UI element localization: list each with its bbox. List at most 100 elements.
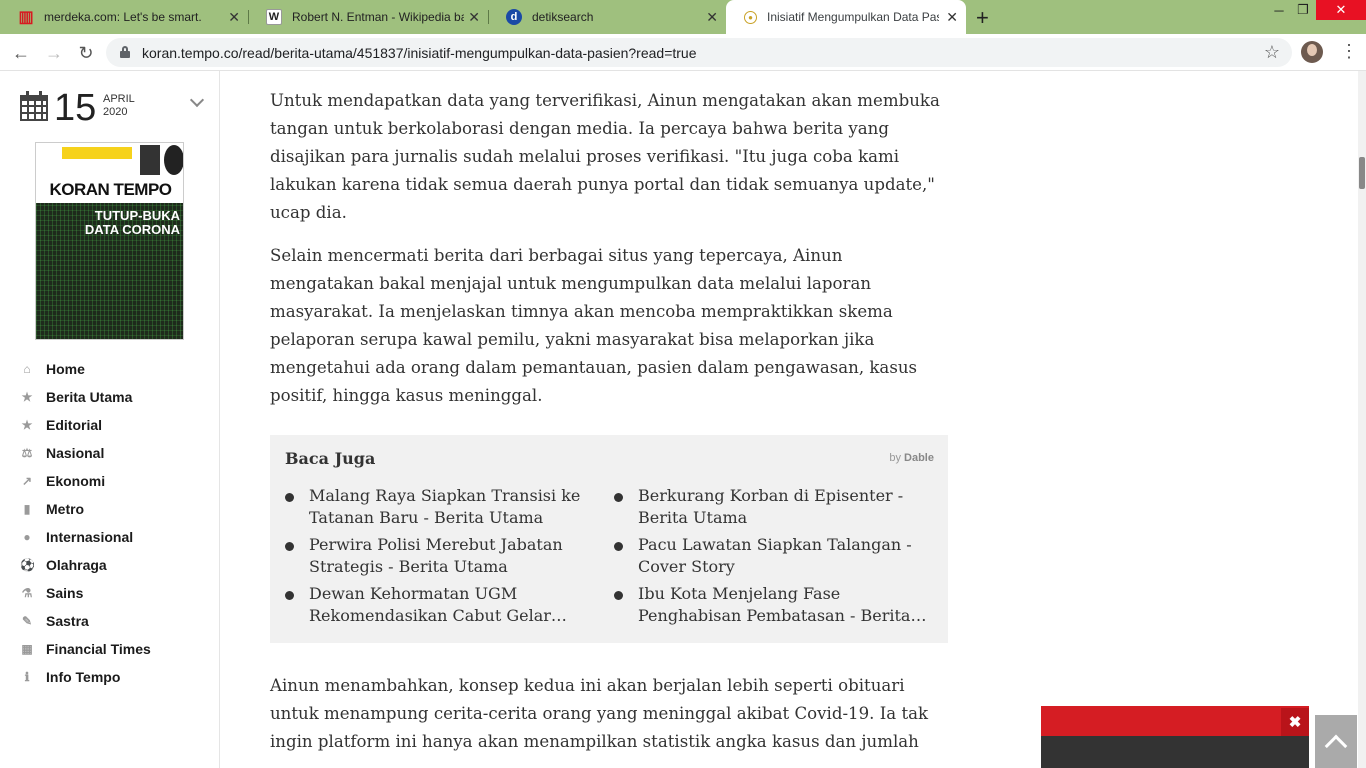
- menu-item-internasional[interactable]: ● Internasional: [0, 523, 220, 551]
- tempo-icon: ●: [744, 10, 757, 24]
- tab-detiksearch[interactable]: d detiksearch ✕: [488, 0, 726, 34]
- arrow-up-icon: [1324, 734, 1348, 757]
- related-item-title[interactable]: Berkurang Korban di Episenter - Berita U…: [638, 485, 934, 529]
- menu-label: Berita Utama: [46, 389, 133, 405]
- bookmark-star-icon[interactable]: ☆: [1264, 42, 1280, 63]
- menu-item-financial-times[interactable]: ▦ Financial Times: [0, 635, 220, 663]
- menu-item-editorial[interactable]: ★ Editorial: [0, 411, 220, 439]
- menu-label: Home: [46, 361, 85, 377]
- ad-close-icon[interactable]: ✖: [1281, 708, 1309, 736]
- tab-title: Inisiatif Mengumpulkan Data Pasien: [767, 10, 939, 24]
- newspaper-cover[interactable]: KORAN TEMPO TUTUP-BUKA DATA CORONA: [35, 142, 184, 340]
- new-tab-button[interactable]: +: [976, 5, 989, 31]
- date-day: 15: [54, 87, 97, 129]
- related-item-title[interactable]: Malang Raya Siapkan Transisi ke Tatanan …: [309, 485, 605, 529]
- ad-body[interactable]: [1041, 736, 1309, 768]
- profile-avatar[interactable]: [1301, 41, 1323, 63]
- menu-item-sains[interactable]: ⚗ Sains: [0, 579, 220, 607]
- article-paragraph: Selain mencermati berita dari berbagai s…: [270, 246, 918, 405]
- url-text[interactable]: koran.tempo.co/read/berita-utama/451837/…: [142, 45, 697, 61]
- menu-item-home[interactable]: ⌂ Home: [0, 355, 220, 383]
- related-item-title[interactable]: Pacu Lawatan Siapkan Talangan - Cover St…: [638, 534, 934, 578]
- merdeka-icon: ▥: [18, 9, 34, 26]
- page-scrollbar[interactable]: [1358, 71, 1366, 768]
- star-icon: ★: [21, 390, 33, 404]
- related-item-title[interactable]: Dewan Kehormatan UGM Rekomendasikan Cabu…: [309, 583, 605, 627]
- menu-item-ekonomi[interactable]: ↗ Ekonomi: [0, 467, 220, 495]
- menu-item-olahraga[interactable]: ⚽ Olahraga: [0, 551, 220, 579]
- tab-wikipedia[interactable]: W Robert N. Entman - Wikipedia bahasa ✕: [248, 0, 488, 34]
- back-button[interactable]: ←: [8, 40, 34, 66]
- cover-masthead: KORAN TEMPO: [36, 179, 183, 201]
- menu-label: Editorial: [46, 417, 103, 433]
- tab-title: Robert N. Entman - Wikipedia bahasa: [292, 10, 464, 24]
- close-tab-icon[interactable]: ✕: [468, 9, 480, 26]
- menu-item-info-tempo[interactable]: ℹ Info Tempo: [0, 663, 220, 691]
- menu-item-sastra[interactable]: ✎ Sastra: [0, 607, 220, 635]
- related-title: Baca Juga: [285, 449, 376, 468]
- star-icon: ★: [21, 418, 33, 432]
- floating-ad[interactable]: ✖: [1041, 706, 1309, 768]
- tab-merdeka[interactable]: ▥ merdeka.com: Let's be smart. ✕: [0, 0, 248, 34]
- bar-chart-icon: ▦: [21, 642, 33, 656]
- browser-tab-bar: ▥ merdeka.com: Let's be smart. ✕ W Rober…: [0, 0, 1366, 34]
- soccer-ball-icon: ⚽: [20, 558, 35, 572]
- tab-title: detiksearch: [532, 10, 594, 24]
- forward-button[interactable]: →: [41, 40, 67, 66]
- related-articles-box: Baca Juga by Dable Malang Raya Siapkan T…: [270, 435, 948, 643]
- scrollbar-thumb[interactable]: [1359, 157, 1365, 189]
- menu-kebab-icon[interactable]: ⋮: [1340, 42, 1358, 60]
- browser-toolbar: ← → ↻ koran.tempo.co/read/berita-utama/4…: [0, 34, 1366, 71]
- menu-label: Ekonomi: [46, 473, 106, 489]
- menu-label: Internasional: [46, 529, 134, 545]
- bullet-icon: [285, 493, 294, 502]
- info-icon: ℹ: [24, 670, 30, 684]
- close-tab-icon[interactable]: ✕: [946, 9, 958, 26]
- scale-icon: ⚖: [21, 446, 33, 460]
- reload-button[interactable]: ↻: [73, 40, 99, 66]
- dable-attribution[interactable]: by Dable: [889, 452, 934, 464]
- menu-label: Sains: [46, 585, 84, 601]
- chevron-down-icon[interactable]: [189, 92, 205, 108]
- flask-icon: ⚗: [21, 586, 33, 600]
- menu-item-nasional[interactable]: ⚖ Nasional: [0, 439, 220, 467]
- back-to-top-button[interactable]: [1315, 715, 1357, 768]
- ad-header: [1041, 706, 1309, 736]
- date-month: APRIL: [103, 93, 135, 105]
- address-bar[interactable]: koran.tempo.co/read/berita-utama/451837/…: [106, 38, 1292, 67]
- article-paragraph: Ainun menambahkan, konsep kedua ini akan…: [270, 676, 929, 751]
- menu-label: Sastra: [46, 613, 89, 629]
- related-item-title[interactable]: Ibu Kota Menjelang Fase Penghabisan Pemb…: [638, 583, 934, 627]
- menu-item-metro[interactable]: ▮ Metro: [0, 495, 220, 523]
- menu-label: Nasional: [46, 445, 105, 461]
- menu-label: Financial Times: [46, 641, 151, 657]
- detik-icon: d: [506, 9, 522, 25]
- section-menu: ⌂ Home ★ Berita Utama ★ Editorial ⚖ Nasional…: [0, 355, 220, 691]
- related-item-title[interactable]: Perwira Polisi Merebut Jabatan Strategis…: [309, 534, 605, 578]
- tab-tempo-active[interactable]: ● Inisiatif Mengumpulkan Data Pasien ✕: [726, 0, 966, 34]
- dable-by: by: [889, 452, 901, 464]
- close-tab-icon[interactable]: ✕: [706, 9, 718, 26]
- article-paragraph: Untuk mendapatkan data yang terverifikas…: [270, 91, 940, 222]
- bullet-icon: [614, 591, 623, 600]
- bullet-icon: [614, 542, 623, 551]
- menu-label: Olahraga: [46, 557, 107, 573]
- close-tab-icon[interactable]: ✕: [228, 9, 240, 26]
- menu-item-berita-utama[interactable]: ★ Berita Utama: [0, 383, 220, 411]
- bullet-icon: [285, 591, 294, 600]
- home-icon: ⌂: [23, 362, 31, 376]
- chart-line-icon: ↗: [21, 474, 33, 488]
- pen-icon: ✎: [21, 614, 33, 628]
- close-window-button[interactable]: ✕: [1316, 0, 1366, 20]
- globe-icon: ●: [23, 530, 31, 544]
- wikipedia-icon: W: [266, 9, 282, 25]
- date-year: 2020: [103, 106, 128, 118]
- building-icon: ▮: [23, 502, 31, 516]
- bullet-icon: [285, 542, 294, 551]
- menu-label: Metro: [46, 501, 85, 517]
- lock-icon: [120, 46, 130, 58]
- sidebar: 15 APRIL 2020 KORAN TEMPO TUTUP-BUKA DAT…: [0, 71, 220, 768]
- dable-logo: Dable: [904, 452, 934, 464]
- tab-title: merdeka.com: Let's be smart.: [44, 10, 202, 24]
- calendar-icon: [20, 91, 48, 121]
